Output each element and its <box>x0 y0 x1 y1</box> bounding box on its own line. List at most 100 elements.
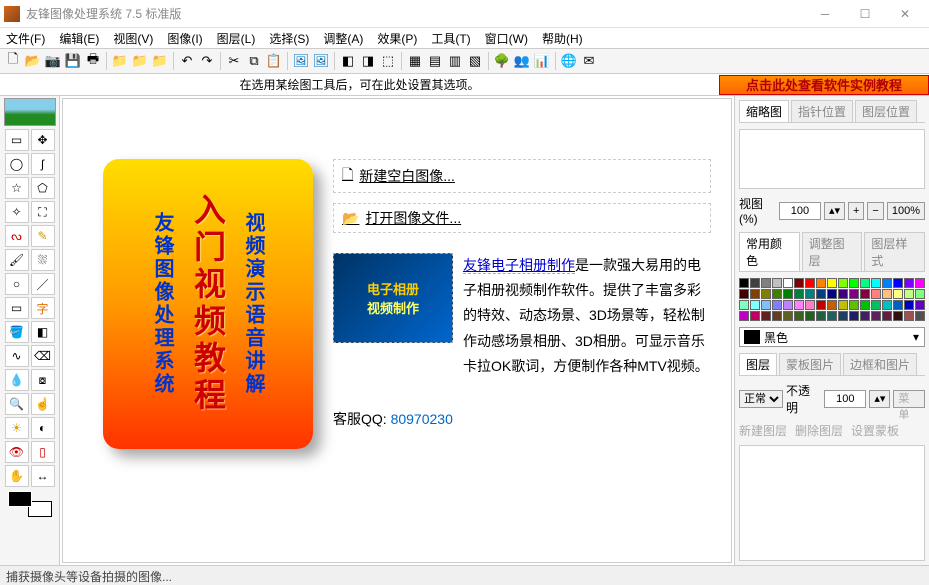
palette-swatch[interactable] <box>860 300 870 310</box>
palette-swatch[interactable] <box>816 289 826 299</box>
palette-swatch[interactable] <box>849 300 859 310</box>
copy-icon[interactable]: ⧉ <box>245 52 263 70</box>
bucket-tool[interactable]: 🪣 <box>5 321 29 343</box>
palette-swatch[interactable] <box>860 289 870 299</box>
measure-tool[interactable]: ↔ <box>31 465 55 487</box>
menu-tool[interactable]: 工具(T) <box>431 30 470 47</box>
palette-swatch[interactable] <box>761 289 771 299</box>
folder1-icon[interactable]: 📁 <box>111 52 129 70</box>
wand-tool[interactable]: ✧ <box>5 201 29 223</box>
palette-swatch[interactable] <box>750 311 760 321</box>
lasso-tool[interactable]: ʃ <box>31 153 55 175</box>
palette-swatch[interactable] <box>739 300 749 310</box>
menu-image[interactable]: 图像(I) <box>167 30 202 47</box>
spray-tool[interactable]: ⛆ <box>31 249 55 271</box>
palette-swatch[interactable] <box>761 311 771 321</box>
tab-adj-layer[interactable]: 调整图层 <box>802 232 863 271</box>
palette-swatch[interactable] <box>816 300 826 310</box>
gradient-tool[interactable]: ◧ <box>31 321 55 343</box>
clip2-icon[interactable]: 🖼 <box>312 52 330 70</box>
line-tool[interactable]: ／ <box>31 273 55 295</box>
palette-swatch[interactable] <box>772 289 782 299</box>
folder2-icon[interactable]: 📁 <box>131 52 149 70</box>
stack3-icon[interactable]: ▥ <box>446 52 464 70</box>
menu-select[interactable]: 选择(S) <box>269 30 309 47</box>
palette-swatch[interactable] <box>772 300 782 310</box>
palette-swatch[interactable] <box>772 311 782 321</box>
palette-swatch[interactable] <box>882 311 892 321</box>
cut-icon[interactable]: ✂ <box>225 52 243 70</box>
palette-swatch[interactable] <box>750 289 760 299</box>
color-selector[interactable]: 黑色 ▾ <box>739 327 925 347</box>
palette-swatch[interactable] <box>904 300 914 310</box>
star-tool[interactable]: ☆ <box>5 177 29 199</box>
palette-swatch[interactable] <box>860 278 870 288</box>
delete-layer-button[interactable]: 删除图层 <box>795 422 843 439</box>
opacity-input[interactable] <box>824 390 866 408</box>
zoom-spinner[interactable]: ▴▾ <box>824 202 845 220</box>
palette-swatch[interactable] <box>772 278 782 288</box>
zoom-input[interactable] <box>779 202 821 220</box>
new-icon[interactable]: 🗋 <box>4 52 22 70</box>
palette-swatch[interactable] <box>893 311 903 321</box>
palette-swatch[interactable] <box>805 289 815 299</box>
stack2-icon[interactable]: ▤ <box>426 52 444 70</box>
mail-icon[interactable]: ✉ <box>580 52 598 70</box>
pencil-tool[interactable]: ✎ <box>31 225 55 247</box>
tab-pointer-pos[interactable]: 指针位置 <box>791 100 853 122</box>
palette-swatch[interactable] <box>794 289 804 299</box>
burn-tool[interactable]: ◐ <box>31 417 55 439</box>
palette-swatch[interactable] <box>739 311 749 321</box>
palette-swatch[interactable] <box>838 278 848 288</box>
color-dropdown-icon[interactable]: ▾ <box>908 330 924 344</box>
palette-swatch[interactable] <box>860 311 870 321</box>
layer-list[interactable] <box>739 445 925 561</box>
tool-a-icon[interactable]: ◧ <box>339 52 357 70</box>
chart-icon[interactable]: 📊 <box>533 52 551 70</box>
palette-swatch[interactable] <box>739 289 749 299</box>
color-swatch[interactable] <box>8 491 52 517</box>
album-link[interactable]: 友锋电子相册制作 <box>463 257 575 274</box>
palette-swatch[interactable] <box>882 289 892 299</box>
tool-b-icon[interactable]: ◨ <box>359 52 377 70</box>
palette-swatch[interactable] <box>915 289 925 299</box>
tab-frame-image[interactable]: 边框和图片 <box>843 353 917 375</box>
qq-number[interactable]: 80970230 <box>391 411 453 427</box>
tab-layer-pos[interactable]: 图层位置 <box>855 100 917 122</box>
menu-window[interactable]: 窗口(W) <box>485 30 528 47</box>
palette-swatch[interactable] <box>805 278 815 288</box>
menu-help[interactable]: 帮助(H) <box>542 30 583 47</box>
undo-icon[interactable]: ↶ <box>178 52 196 70</box>
palette-swatch[interactable] <box>805 300 815 310</box>
palette-swatch[interactable] <box>893 278 903 288</box>
redo-icon[interactable]: ↷ <box>198 52 216 70</box>
palette-swatch[interactable] <box>783 300 793 310</box>
blend-mode-select[interactable]: 正常 <box>739 390 783 408</box>
palette-swatch[interactable] <box>827 300 837 310</box>
tree-icon[interactable]: 🌳 <box>493 52 511 70</box>
album-thumb[interactable]: 电子相册 视频制作 <box>333 253 453 343</box>
palette-swatch[interactable] <box>871 311 881 321</box>
ellipse-shape-tool[interactable]: ○ <box>5 273 29 295</box>
palette-swatch[interactable] <box>915 278 925 288</box>
tab-mask-image[interactable]: 蒙板图片 <box>779 353 841 375</box>
tutorial-promo-link[interactable]: 点击此处查看软件实例教程 <box>719 75 929 95</box>
crop-tool[interactable]: ⛶ <box>31 201 55 223</box>
marquee-ellipse-tool[interactable]: ◯ <box>5 153 29 175</box>
set-mask-button[interactable]: 设置蒙板 <box>851 422 899 439</box>
palette-swatch[interactable] <box>838 311 848 321</box>
palette-swatch[interactable] <box>827 311 837 321</box>
tab-colors[interactable]: 常用颜色 <box>739 232 800 271</box>
dodge-tool[interactable]: ☀ <box>5 417 29 439</box>
palette-swatch[interactable] <box>871 278 881 288</box>
save-icon[interactable]: 💾 <box>64 52 82 70</box>
tab-layer-style[interactable]: 图层样式 <box>864 232 925 271</box>
curve-tool[interactable]: ∿ <box>5 345 29 367</box>
palette-swatch[interactable] <box>783 278 793 288</box>
palette-swatch[interactable] <box>816 311 826 321</box>
close-button[interactable]: ✕ <box>885 2 925 26</box>
palette-swatch[interactable] <box>893 300 903 310</box>
preview-thumb[interactable] <box>4 98 56 126</box>
palette-swatch[interactable] <box>904 278 914 288</box>
folder3-icon[interactable]: 📁 <box>151 52 169 70</box>
